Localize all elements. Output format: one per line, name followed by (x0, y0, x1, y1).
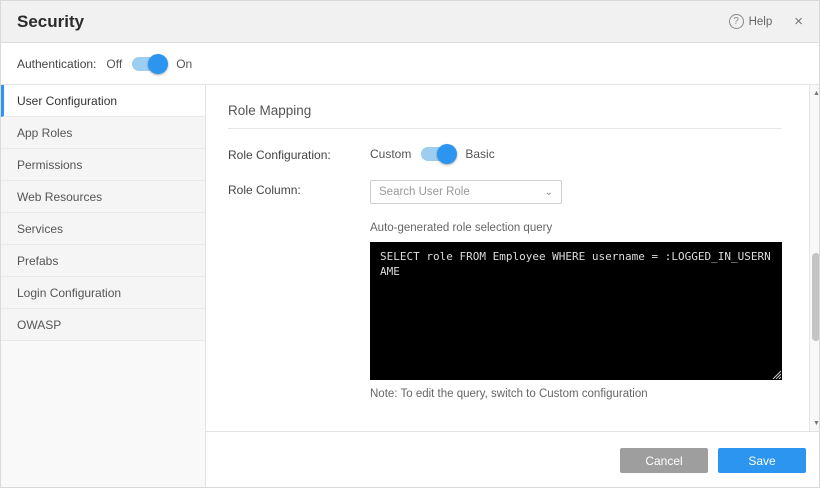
role-config-custom-label: Custom (370, 147, 411, 161)
titlebar: Security ? Help × (1, 1, 819, 43)
authentication-on-label: On (176, 57, 192, 71)
role-column-select[interactable]: Search User Role ⌄ (370, 180, 562, 204)
sidebar-item-services[interactable]: Services (1, 213, 205, 245)
chevron-down-icon: ⌄ (545, 187, 553, 198)
help-label: Help (749, 16, 773, 28)
cancel-button[interactable]: Cancel (620, 448, 708, 473)
vertical-scrollbar[interactable]: ▲ ▼ (809, 85, 820, 431)
main-panel: Role Mapping Role Configuration: Custom … (206, 85, 820, 488)
security-window: Security ? Help × Authentication: Off On… (0, 0, 820, 488)
help-button[interactable]: ? Help (729, 14, 773, 29)
resize-grip-icon[interactable] (771, 369, 781, 379)
sidebar: User Configuration App Roles Permissions… (1, 85, 206, 488)
scrollbar-up-icon[interactable]: ▲ (810, 87, 820, 99)
section-title-role-mapping: Role Mapping (228, 103, 782, 129)
sidebar-item-owasp[interactable]: OWASP (1, 309, 205, 341)
authentication-off-label: Off (106, 57, 122, 71)
role-configuration-label: Role Configuration: (228, 145, 370, 162)
role-config-basic-label: Basic (465, 147, 494, 161)
authentication-toggle[interactable] (132, 57, 166, 71)
scrollbar-thumb[interactable] (812, 253, 820, 341)
authentication-label: Authentication: (17, 57, 96, 71)
query-block: Auto-generated role selection query SELE… (370, 222, 782, 400)
help-icon: ? (729, 14, 744, 29)
sidebar-item-prefabs[interactable]: Prefabs (1, 245, 205, 277)
sidebar-item-app-roles[interactable]: App Roles (1, 117, 205, 149)
role-query-textarea[interactable]: SELECT role FROM Employee WHERE username… (370, 242, 782, 380)
close-icon[interactable]: × (794, 14, 803, 29)
sidebar-item-web-resources[interactable]: Web Resources (1, 181, 205, 213)
sidebar-item-login-configuration[interactable]: Login Configuration (1, 277, 205, 309)
page-title: Security (17, 12, 84, 32)
role-column-select-value: Search User Role (379, 186, 545, 198)
authentication-toggle-knob (148, 54, 168, 74)
save-button[interactable]: Save (718, 448, 806, 473)
role-configuration-row: Role Configuration: Custom Basic (228, 145, 782, 162)
role-column-row: Role Column: Search User Role ⌄ (228, 180, 782, 204)
role-configuration-toggle[interactable] (421, 147, 455, 161)
role-configuration-toggle-knob (437, 144, 457, 164)
sidebar-item-permissions[interactable]: Permissions (1, 149, 205, 181)
sidebar-item-user-configuration[interactable]: User Configuration (1, 85, 205, 117)
query-caption: Auto-generated role selection query (370, 222, 782, 234)
footer-actions: Cancel Save (206, 431, 820, 488)
scrollbar-down-icon[interactable]: ▼ (810, 417, 820, 429)
query-note: Note: To edit the query, switch to Custo… (370, 388, 782, 400)
role-column-label: Role Column: (228, 180, 370, 204)
authentication-row: Authentication: Off On (1, 43, 819, 85)
